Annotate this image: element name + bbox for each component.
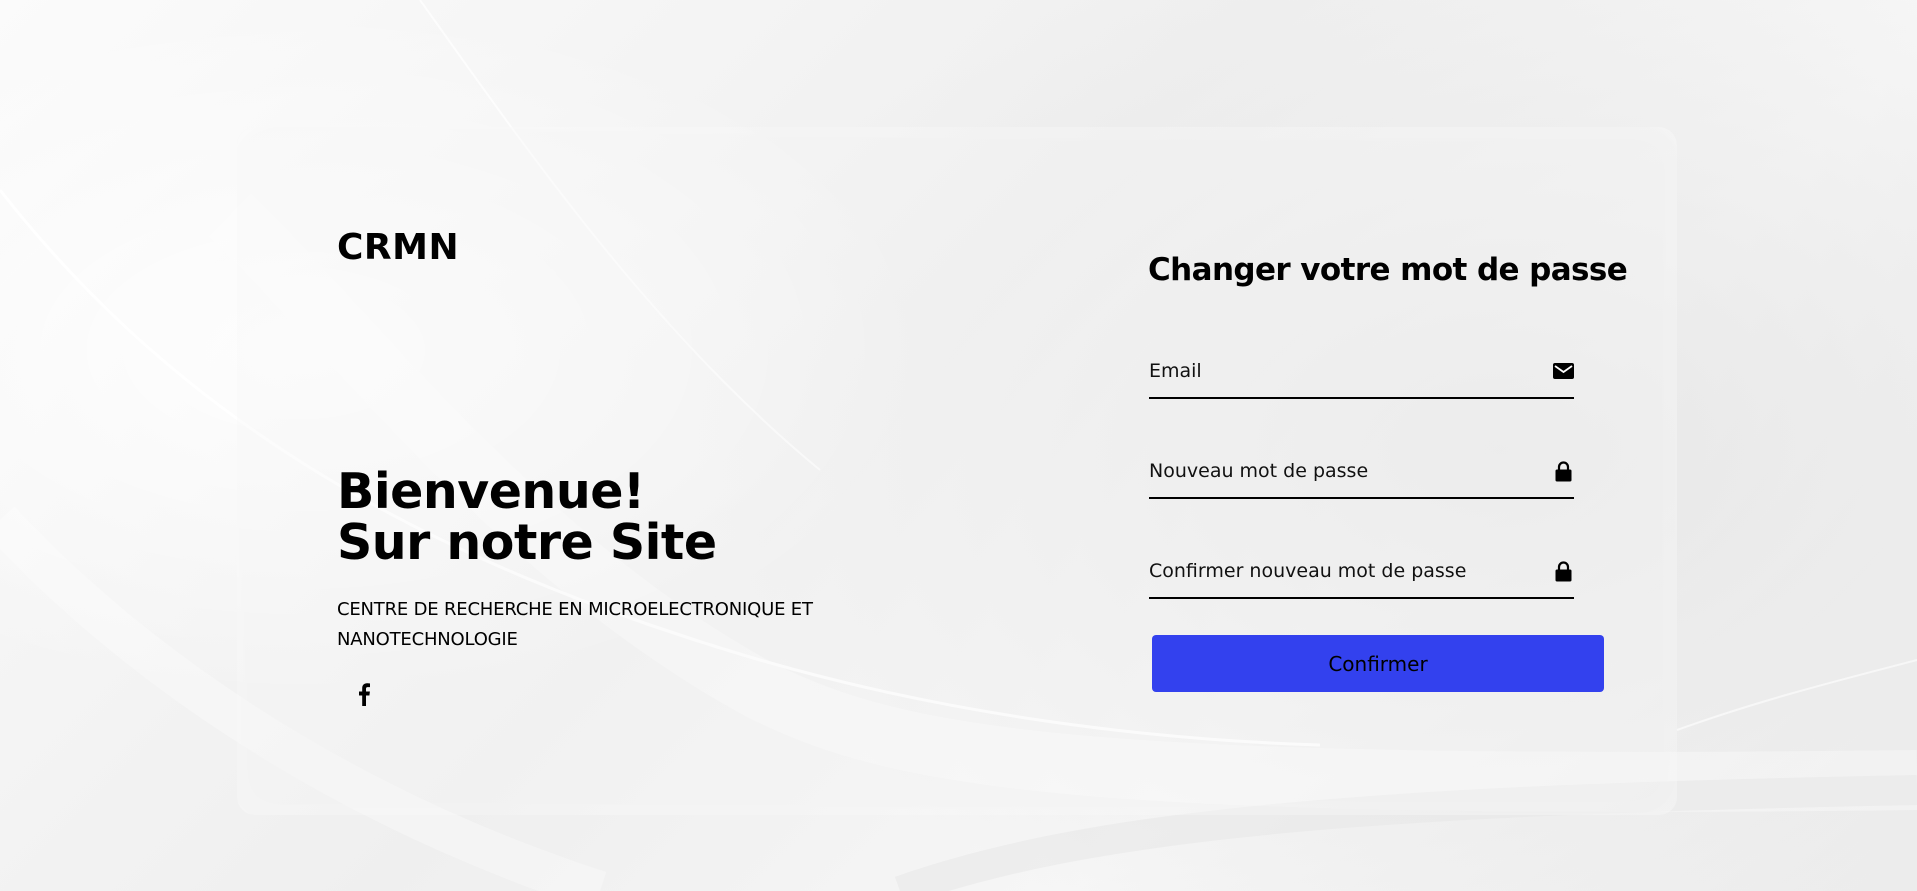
email-field xyxy=(1149,349,1574,399)
welcome-line-1: Bienvenue! xyxy=(337,463,645,520)
confirm-password-field xyxy=(1149,549,1574,599)
email-input[interactable] xyxy=(1149,349,1539,393)
welcome-line-2: Sur notre Site xyxy=(337,514,717,571)
form-title: Changer votre mot de passe xyxy=(1148,252,1628,288)
brand-logo: CRMN xyxy=(337,227,460,268)
organization-subtitle: CENTRE DE RECHERCHE EN MICROELECTRONIQUE… xyxy=(337,599,813,650)
confirm-button[interactable]: Confirmer xyxy=(1152,635,1604,692)
facebook-link[interactable] xyxy=(349,678,379,710)
lock-icon xyxy=(1552,460,1574,481)
confirm-password-input[interactable] xyxy=(1149,549,1539,593)
new-password-field xyxy=(1149,449,1574,499)
lock-icon xyxy=(1552,560,1574,581)
new-password-input[interactable] xyxy=(1149,449,1539,493)
facebook-icon xyxy=(359,683,370,706)
envelope-icon xyxy=(1552,361,1574,381)
welcome-heading: Bienvenue! Sur notre Site xyxy=(337,466,717,568)
